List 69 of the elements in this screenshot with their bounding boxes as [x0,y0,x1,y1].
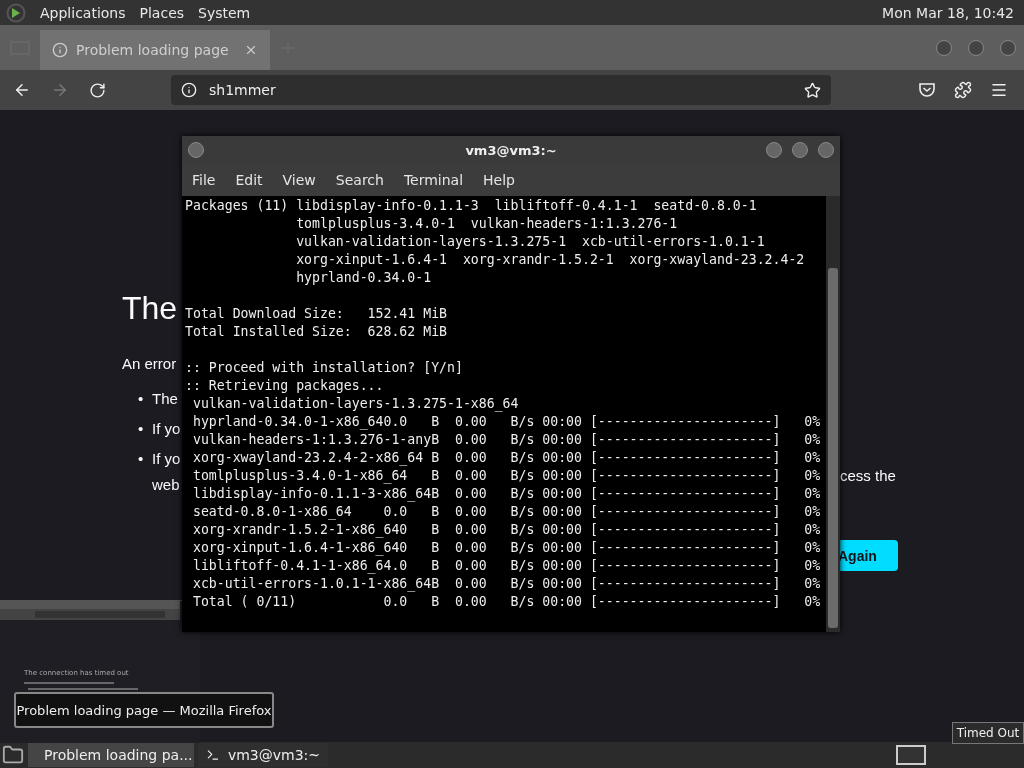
folder-icon[interactable] [2,744,24,766]
info-icon [181,82,197,98]
bullet-marker: • [138,420,145,437]
bullet-marker: • [138,450,145,467]
forward-arrow-icon [51,81,69,99]
terminal-line: Total Installed Size: 628.62 MiB [185,323,448,341]
scrollbar-thumb[interactable] [828,268,838,628]
panel-menu[interactable]: Applications [40,4,126,21]
extensions-icon[interactable] [954,81,972,99]
terminal-line: vulkan-validation-layers-1.3.275-1 xcb-util-errors-1.0.1-1 [295,233,766,251]
menu-item[interactable]: Edit [229,170,269,190]
window-control-icon[interactable] [936,39,952,56]
reload-icon [89,81,106,99]
window-control-icon[interactable] [968,39,984,56]
terminal-icon [206,747,220,763]
error-heading: The [122,290,179,327]
error-bullet: If yo [152,450,181,467]
menu-item[interactable]: View [276,170,322,190]
address-field[interactable]: sh1mmer [171,75,831,105]
terminal-line: vulkan-validation-layers-1.3.275-1-x86_64 [191,395,520,413]
window-title: vm3@vm3:~ [182,136,840,164]
terminal-line: libdisplay-info-0.1.1-3-x86_64B 0.00 B/s 00:00 [----------------------] 0% [191,485,822,503]
window-control-icon[interactable] [792,142,808,158]
taskbar-task[interactable]: Problem loading pa... [28,743,194,767]
error-bullet-text: web [152,476,181,493]
terminal-line: :: Proceed with installation? [Y/n] [185,359,464,377]
terminal-line: xorg-xinput-1.6.4-1 xorg-xrandr-1.5.2-1 xorg-xwayland-23.2.4-2 [295,251,806,269]
terminal-line: hyprland-0.34.0-1-x86_640.0 B 0.00 B/s 00:00 [----------------------] 0% [191,413,822,431]
terminal-line: xorg-xrandr-1.5.2-1-x86_640 B 0.00 B/s 00:00 [----------------------] 0% [191,521,822,539]
tab-title: Problem loading page [76,41,230,58]
terminal-line: Packages (11) libdisplay-info-0.1.1-3 libliftoff-0.4.1-1 seatd-0.8.0-1 [185,197,758,215]
terminal-line: tomlplusplus-3.4.0-1 vulkan-headers-1:1.3.276-1 [295,215,679,233]
pocket-icon[interactable] [918,81,936,99]
terminal-line: hyprland-0.34.0-1 [295,269,433,287]
terminal-line: libliftoff-0.4.1-1-x86_64.0 B 0.00 B/s 00:00 [----------------------] 0% [191,557,822,575]
menu-item[interactable]: Help [477,170,521,190]
error-bullet: The [152,390,178,407]
panel-menu[interactable]: System [198,4,251,21]
window-menu-icon[interactable] [188,142,204,158]
bullet-marker: • [138,390,145,407]
taskbar-task[interactable]: vm3@vm3:~ [198,743,328,767]
terminal-line: xcb-util-errors-1.0.1-1-x86_64B 0.00 B/s 00:00 [----------------------] 0% [191,575,822,593]
window-control-icon[interactable] [818,142,834,158]
menu-icon[interactable] [990,81,1008,99]
terminal-line: xorg-xinput-1.6.4-1-x86_640 B 0.00 B/s 00:00 [----------------------] 0% [191,539,822,557]
terminal-line: vulkan-headers-1:1.3.276-1-anyB 0.00 B/s 00:00 [----------------------] 0% [191,431,822,449]
try-again-button[interactable]: Again [838,540,898,571]
info-icon [52,41,68,58]
menu-item[interactable]: Terminal [397,170,470,190]
window-control-icon[interactable] [1000,39,1016,56]
terminal-line: tomlplusplus-3.4.0-1-x86_64 B 0.00 B/s 00:00 [----------------------] 0% [191,467,822,485]
url-text: sh1mmer [209,82,277,98]
error-bullet: If yo [152,420,181,437]
clock[interactable]: Mon Mar 18, 10:42 [882,4,1018,21]
panel-menu[interactable]: Places [139,4,185,21]
terminal-line: :: Retrieving packages... [185,377,385,395]
terminal-line: Total Download Size: 152.41 MiB [185,305,448,323]
menu-item[interactable]: Search [329,170,390,190]
window-tooltip: Problem loading page — Mozilla Firefox [14,692,274,728]
terminal-line: xorg-xwayland-23.2.4-2-x86_64 B 0.00 B/s 00:00 [----------------------] 0% [191,449,822,467]
window-control-icon[interactable] [766,142,782,158]
distro-logo-icon[interactable] [6,2,26,23]
menu-item[interactable]: File [186,170,222,190]
terminal-line: seatd-0.8.0-1-x86_64 0.0 B 0.00 B/s 00:00 [----------------------] 0% [191,503,822,521]
error-bullet-text: cess the [840,467,896,484]
workspace-button[interactable] [896,745,926,765]
bookmark-star-icon[interactable] [804,81,821,99]
error-intro: An error [122,355,178,372]
notification-tooltip: Timed Out [952,722,1024,744]
